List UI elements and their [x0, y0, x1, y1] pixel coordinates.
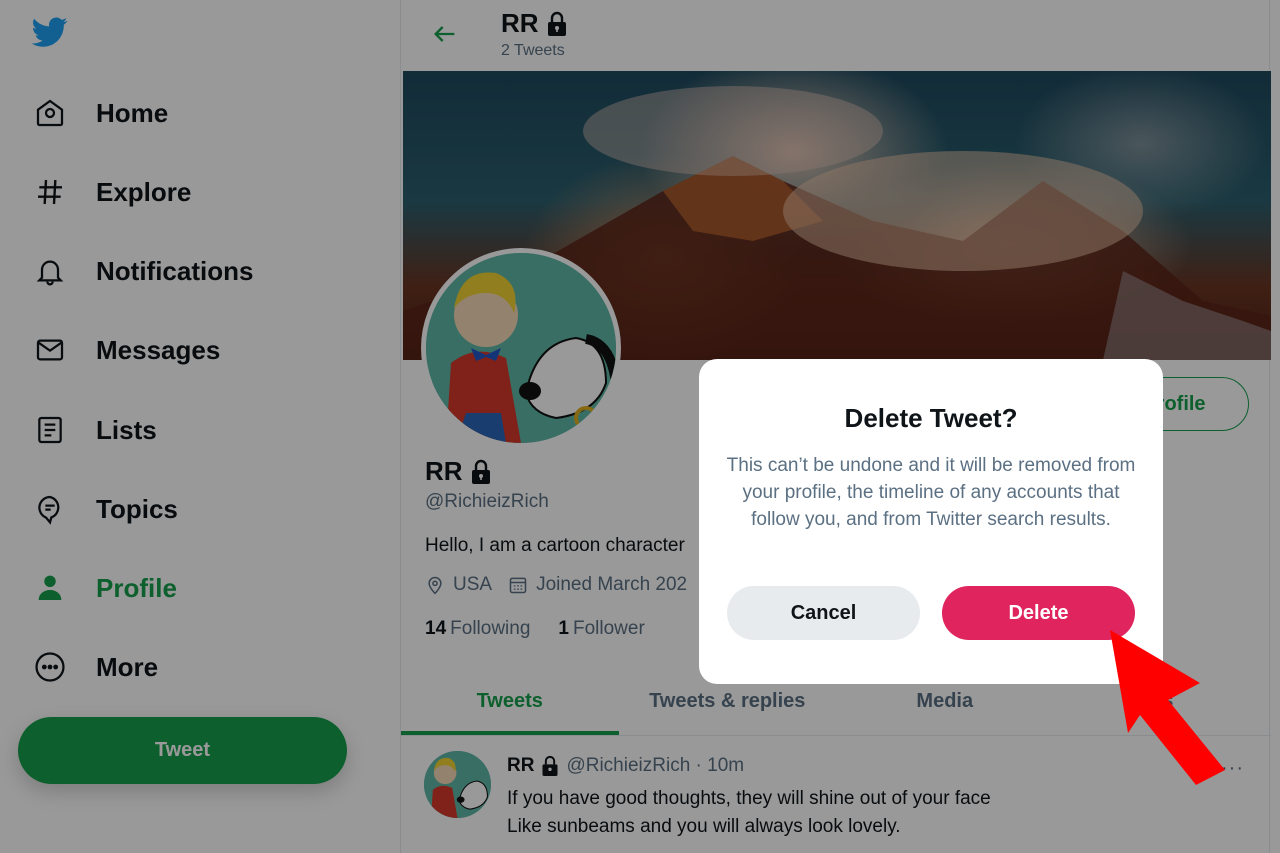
delete-tweet-dialog: Delete Tweet? This can’t be undone and i… — [699, 359, 1163, 684]
dialog-title: Delete Tweet? — [844, 403, 1018, 433]
dialog-message: This can’t be undone and it will be remo… — [726, 455, 1136, 530]
delete-button[interactable]: Delete — [942, 586, 1135, 640]
cancel-button[interactable]: Cancel — [727, 586, 920, 640]
